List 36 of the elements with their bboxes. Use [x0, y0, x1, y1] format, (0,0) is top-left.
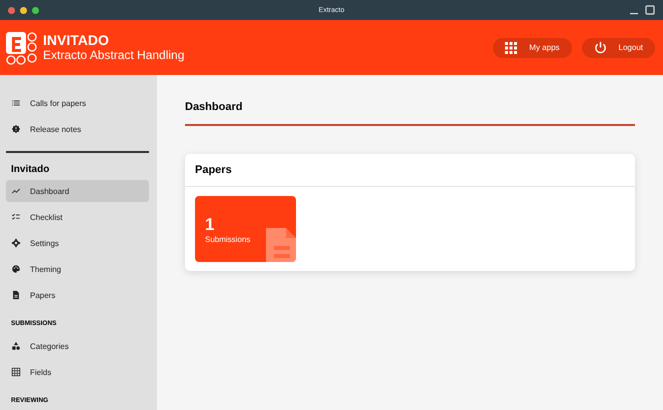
- trend-line-icon: [11, 186, 21, 196]
- section-title: Invitado: [10, 164, 50, 175]
- minimize-button[interactable]: [20, 6, 27, 14]
- document-icon: [266, 228, 296, 262]
- page-title: Dashboard: [185, 100, 244, 114]
- sidebar-item[interactable]: Fields: [6, 361, 149, 383]
- settings-icon: [11, 238, 21, 248]
- stat-count: 1: [205, 214, 216, 234]
- sidebar-item[interactable]: Settings: [6, 232, 149, 254]
- apps-button[interactable]: My apps: [493, 38, 572, 58]
- logo-icon: [5, 30, 39, 64]
- document-icon: [11, 290, 21, 300]
- shapes-icon: [11, 341, 21, 351]
- sidebar-item[interactable]: Papers: [6, 284, 149, 306]
- alert-icon: [11, 124, 21, 134]
- app-title: INVITADO: [43, 32, 110, 48]
- table-icon: [11, 367, 21, 377]
- power-icon: [594, 41, 607, 54]
- sidebar-item[interactable]: Calls for papers: [6, 92, 149, 114]
- grid-icon: [505, 42, 518, 54]
- maximize-icon[interactable]: [645, 5, 655, 15]
- sidebar-item[interactable]: Dashboard: [6, 180, 149, 202]
- maximize-button[interactable]: [32, 6, 39, 14]
- sidebar-item[interactable]: Categories: [6, 335, 149, 357]
- stat-tile[interactable]: 1 Submissions: [195, 196, 296, 262]
- close-button[interactable]: [8, 6, 15, 14]
- checklist-icon: [11, 212, 21, 222]
- app-subtitle: Extracto Abstract Handling: [43, 48, 184, 63]
- card-title: Papers: [185, 154, 635, 187]
- sidebar-item[interactable]: Checklist: [6, 206, 149, 228]
- list-icon: [11, 98, 21, 108]
- sidebar-item[interactable]: Theming: [6, 258, 149, 280]
- logout-button[interactable]: Logout: [582, 38, 655, 58]
- palette-icon: [11, 264, 21, 274]
- stat-label: Submissions: [205, 234, 252, 244]
- sidebar-item[interactable]: Release notes: [6, 118, 149, 140]
